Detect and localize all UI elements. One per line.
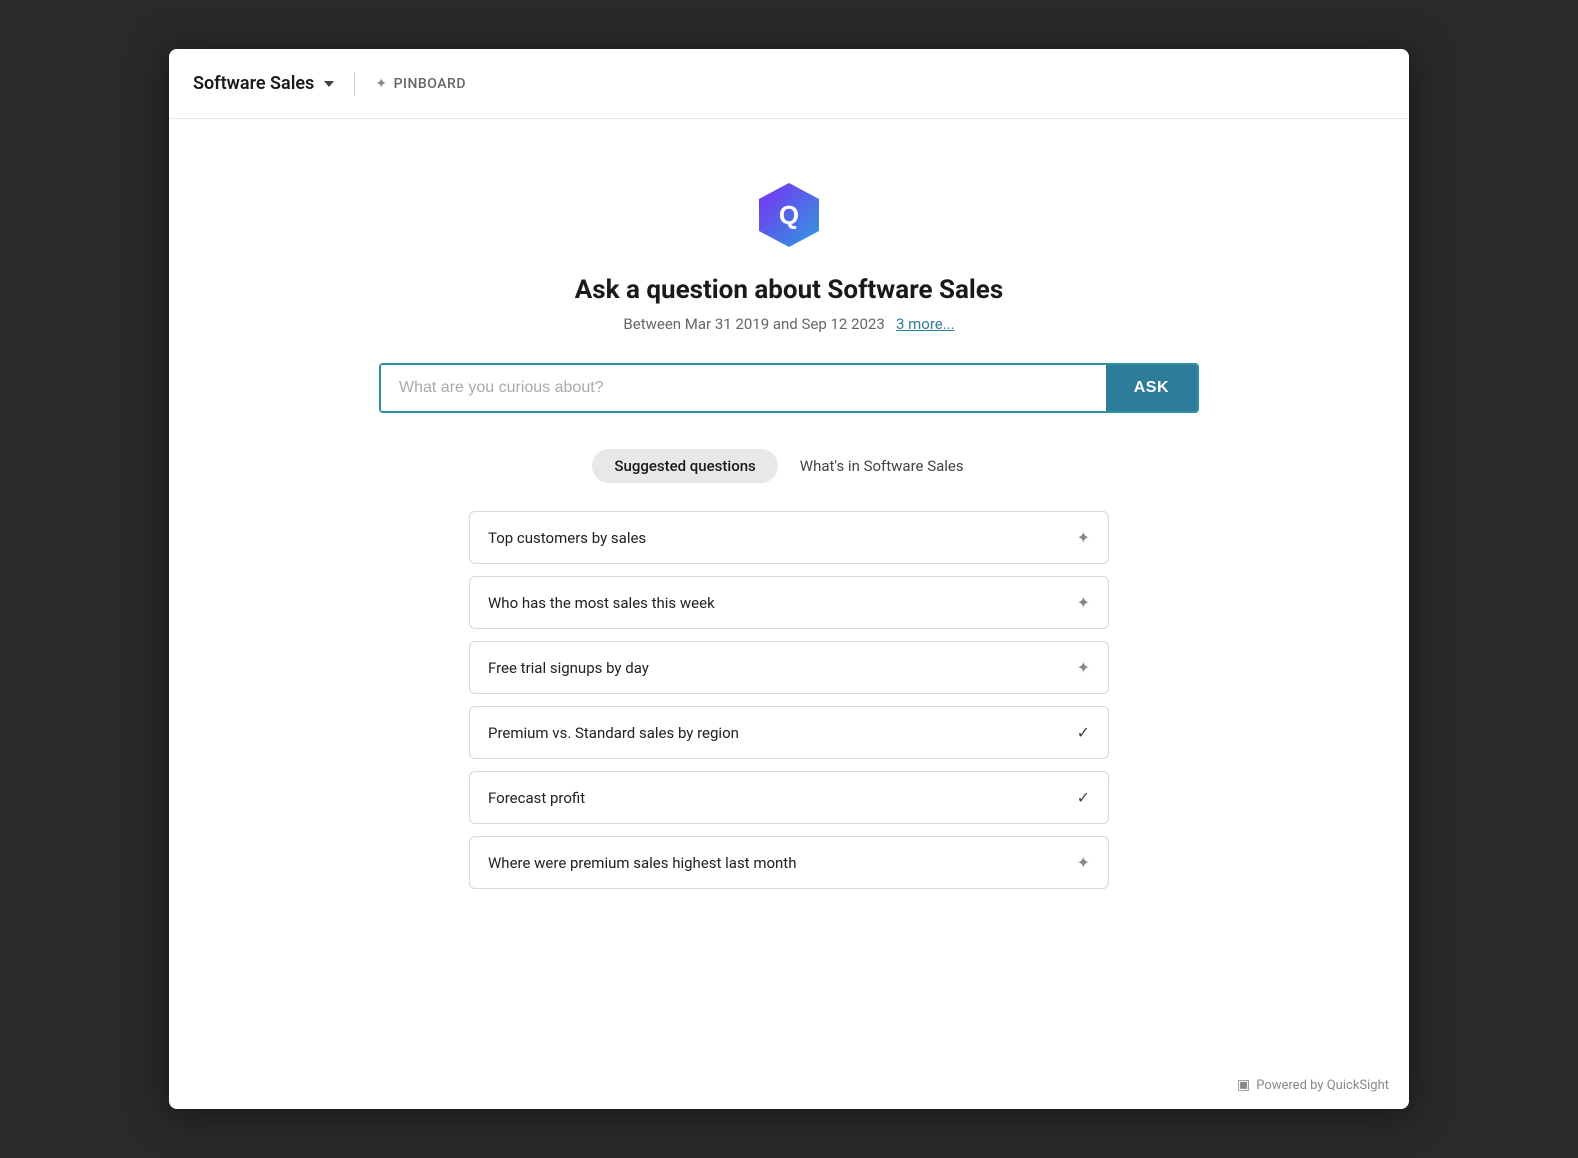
date-range-text: Between Mar 31 2019 and Sep 12 2023	[623, 315, 884, 333]
tab-suggested-questions[interactable]: Suggested questions	[592, 449, 777, 483]
datasource-title[interactable]: Software Sales	[193, 73, 334, 94]
quicksight-icon: ▣	[1237, 1077, 1250, 1093]
search-container: ASK	[379, 363, 1199, 413]
chevron-down-icon	[324, 81, 334, 87]
question-item-4[interactable]: Forecast profit ✓	[469, 771, 1109, 824]
topbar-title-text: Software Sales	[193, 73, 314, 94]
search-input[interactable]	[381, 365, 1106, 411]
questions-list: Top customers by sales ✦ Who has the mos…	[469, 511, 1109, 889]
pinboard-label: PINBOARD	[394, 76, 466, 92]
pin-icon-0: ✦	[1077, 528, 1090, 547]
footer: ▣ Powered by QuickSight	[1237, 1077, 1389, 1093]
question-text-4: Forecast profit	[488, 789, 585, 807]
app-logo: Q	[753, 179, 825, 251]
date-range: Between Mar 31 2019 and Sep 12 2023 3 mo…	[623, 315, 954, 333]
tabs-container: Suggested questions What's in Software S…	[592, 449, 985, 483]
ask-button[interactable]: ASK	[1106, 365, 1197, 411]
question-item-0[interactable]: Top customers by sales ✦	[469, 511, 1109, 564]
pinboard-link[interactable]: ✦ PINBOARD	[375, 76, 466, 92]
logo-container: Q	[753, 179, 825, 255]
pin-icon-2: ✦	[1077, 658, 1090, 677]
topbar-divider	[354, 72, 355, 96]
check-icon-4: ✓	[1077, 788, 1090, 807]
question-text-5: Where were premium sales highest last mo…	[488, 854, 796, 872]
pin-icon-5: ✦	[1077, 853, 1090, 872]
question-item-3[interactable]: Premium vs. Standard sales by region ✓	[469, 706, 1109, 759]
page-title: Ask a question about Software Sales	[575, 275, 1003, 305]
main-content: Q Ask a question about Software Sales Be…	[169, 119, 1409, 1109]
question-item-2[interactable]: Free trial signups by day ✦	[469, 641, 1109, 694]
question-item-5[interactable]: Where were premium sales highest last mo…	[469, 836, 1109, 889]
pin-icon-1: ✦	[1077, 593, 1090, 612]
topbar: Software Sales ✦ PINBOARD	[169, 49, 1409, 119]
tab-whats-in-software-sales[interactable]: What's in Software Sales	[778, 449, 986, 483]
question-text-3: Premium vs. Standard sales by region	[488, 724, 739, 742]
question-text-0: Top customers by sales	[488, 529, 646, 547]
powered-by-text: Powered by QuickSight	[1256, 1078, 1389, 1093]
svg-text:Q: Q	[779, 200, 799, 230]
question-item-1[interactable]: Who has the most sales this week ✦	[469, 576, 1109, 629]
check-icon-3: ✓	[1077, 723, 1090, 742]
app-window: Software Sales ✦ PINBOARD Q	[169, 49, 1409, 1109]
question-text-1: Who has the most sales this week	[488, 594, 715, 612]
more-filters-link[interactable]: 3 more...	[896, 315, 955, 333]
question-text-2: Free trial signups by day	[488, 659, 649, 677]
pin-icon: ✦	[375, 76, 387, 92]
